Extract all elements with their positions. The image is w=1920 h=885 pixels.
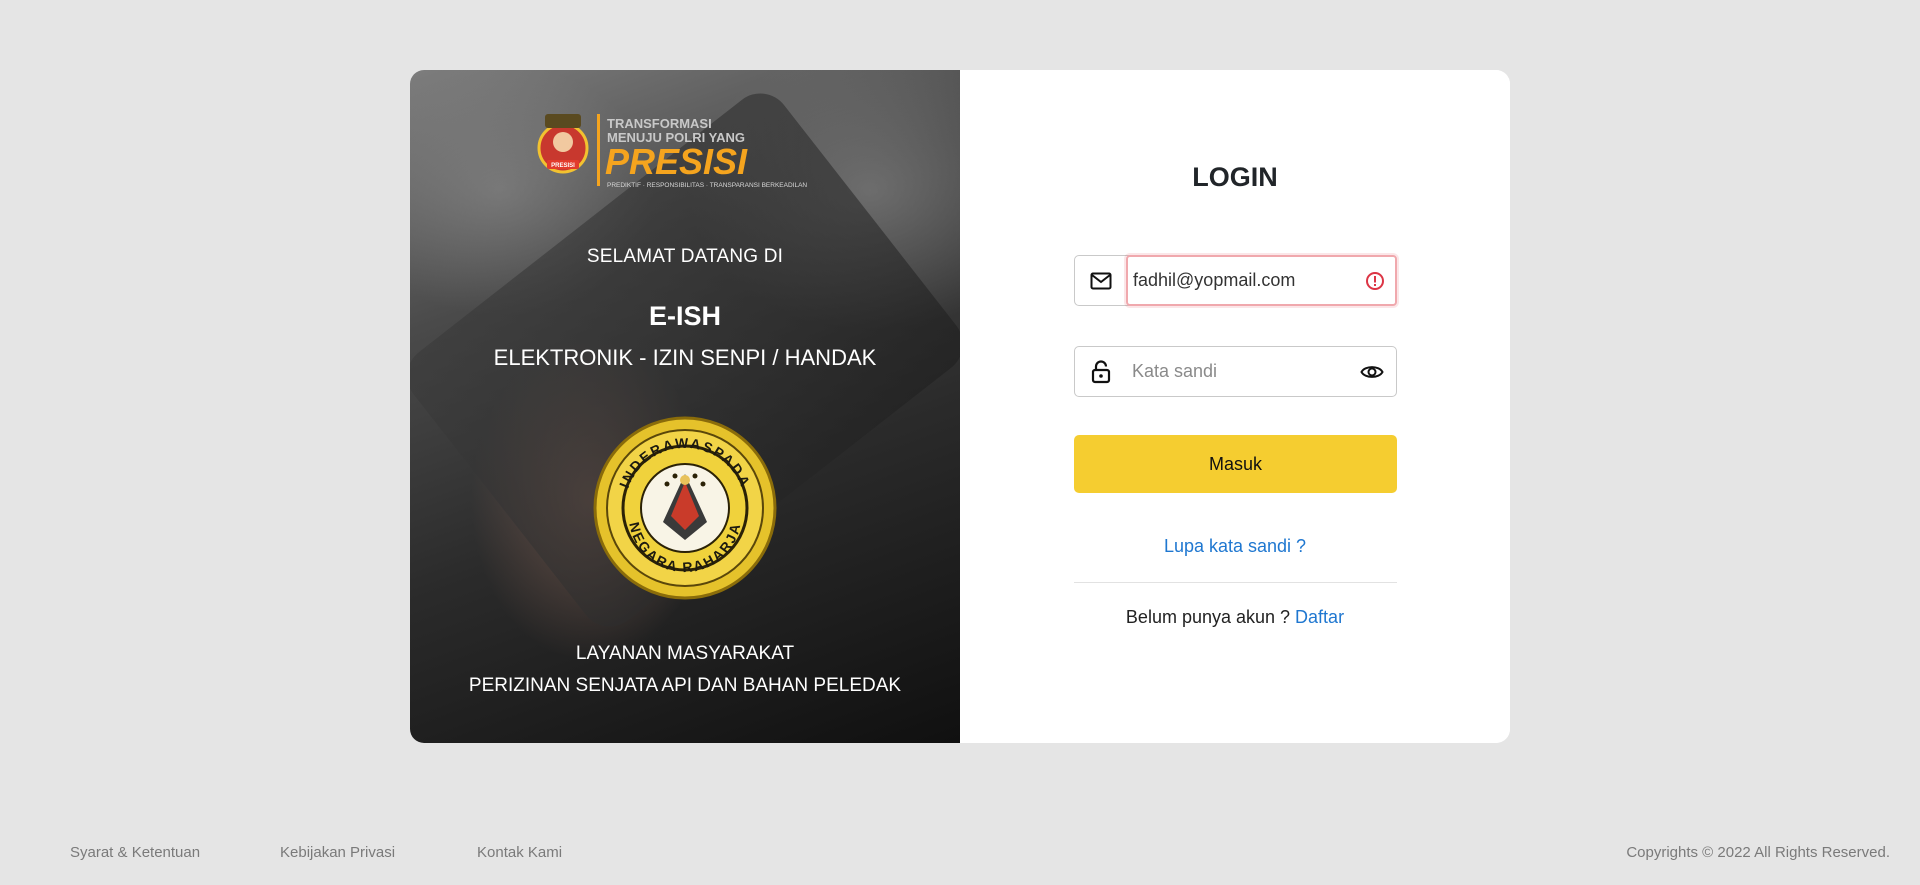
footer-privacy-link[interactable]: Kebijakan Privasi <box>280 844 395 861</box>
svg-text:PREDIKTIF · RESPONSIBILITAS ·: PREDIKTIF · RESPONSIBILITAS · TRANSPARAN… <box>607 182 807 189</box>
footer-terms-link[interactable]: Syarat & Ketentuan <box>70 844 200 861</box>
welcome-panel: PRESISI TRANSFORMASI MENUJU POLRI YANG P… <box>410 70 960 743</box>
inderawaspada-emblem: INDERAWASPADA NEGARA RAHARJA <box>593 416 777 600</box>
email-input-wrapper <box>1126 255 1397 306</box>
svg-text:TRANSFORMASI: TRANSFORMASI <box>607 116 712 131</box>
copyright-text: Copyrights © 2022 All Rights Reserved. <box>1626 844 1890 861</box>
footer-contact-link[interactable]: Kontak Kami <box>477 844 562 861</box>
login-title: LOGIN <box>1192 162 1278 192</box>
password-field <box>1074 346 1397 397</box>
alert-circle-icon <box>1365 271 1385 291</box>
service-title: LAYANAN MASYARAKAT <box>575 643 795 664</box>
password-input[interactable] <box>1132 347 1342 396</box>
svg-text:PRESISI: PRESISI <box>605 141 748 182</box>
app-name: E-ISH <box>648 301 721 331</box>
service-description: PERIZINAN SENJATA API DAN BAHAN PELEDAK <box>468 675 902 696</box>
welcome-text: SELAMAT DATANG DI <box>586 246 784 267</box>
presisi-logo: PRESISI TRANSFORMASI MENUJU POLRI YANG P… <box>537 114 807 189</box>
eye-icon[interactable] <box>1360 362 1384 382</box>
email-field <box>1074 255 1397 306</box>
register-prompt: Belum punya akun ? <box>1125 607 1291 627</box>
svg-text:PRESISI: PRESISI <box>551 163 575 169</box>
email-input[interactable] <box>1133 257 1353 304</box>
register-line: Belum punya akun ? Daftar <box>960 607 1510 628</box>
forgot-password-link[interactable]: Lupa kata sandi ? <box>960 536 1510 557</box>
mail-icon <box>1075 256 1127 305</box>
app-full-name: ELEKTRONIK - IZIN SENPI / HANDAK <box>493 345 877 370</box>
login-card: PRESISI TRANSFORMASI MENUJU POLRI YANG P… <box>410 70 1510 743</box>
divider <box>1074 582 1397 583</box>
register-link[interactable]: Daftar <box>1295 607 1344 627</box>
login-button[interactable]: Masuk <box>1074 435 1397 493</box>
lock-icon <box>1075 347 1127 396</box>
login-panel: LOGIN Masuk Lupa kata sandi ? <box>960 70 1510 743</box>
